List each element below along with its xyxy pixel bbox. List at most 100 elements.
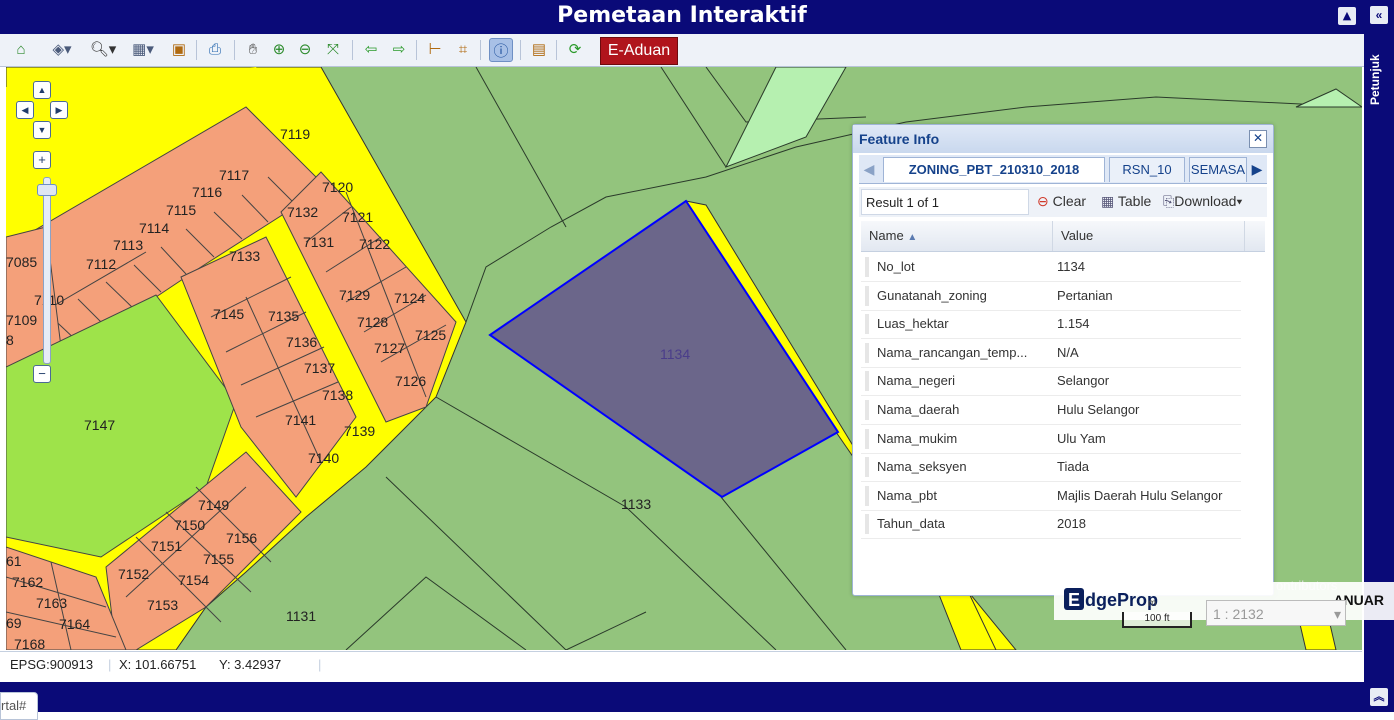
column-header-value[interactable]: Value xyxy=(1053,221,1245,251)
full-extent-icon[interactable]: ⤧ xyxy=(322,38,344,60)
download-button[interactable]: ⎘Download▾ xyxy=(1163,193,1242,210)
home-icon[interactable]: ⌂ xyxy=(10,38,32,60)
print-icon[interactable]: ⎙ xyxy=(204,38,226,60)
pan-right-icon[interactable]: ▶ xyxy=(50,101,68,119)
zoom-in-icon[interactable]: ⊕ xyxy=(268,38,290,60)
toolbar-separator xyxy=(556,40,557,60)
toolbar-separator xyxy=(352,40,353,60)
svg-text:7145: 7145 xyxy=(213,306,244,322)
cell-name: No_lot xyxy=(877,259,915,274)
forward-icon[interactable]: ⇨ xyxy=(388,38,410,60)
table-row[interactable]: Nama_mukim Ulu Yam xyxy=(861,425,1241,454)
pan-left-icon[interactable]: ◀ xyxy=(16,101,34,119)
back-icon[interactable]: ⇦ xyxy=(360,38,382,60)
legend-icon[interactable]: ▣ xyxy=(168,38,190,60)
cell-value: Ulu Yam xyxy=(1057,430,1106,446)
download-icon: ⎘ xyxy=(1163,193,1175,209)
table-row[interactable]: Nama_pbt Majlis Daerah Hulu Selangor xyxy=(861,482,1241,511)
x-coordinate: X: 101.66751 xyxy=(119,657,197,672)
svg-text:8: 8 xyxy=(6,332,14,348)
help-panel-label[interactable]: Petunjuk xyxy=(1368,40,1390,120)
svg-text:7133: 7133 xyxy=(229,248,260,264)
table-row[interactable]: Tahun_data 2018 xyxy=(861,510,1241,540)
table-button[interactable]: ▦ Table xyxy=(1101,193,1151,210)
cell-name: Nama_seksyen xyxy=(877,459,967,475)
svg-text:7126: 7126 xyxy=(395,373,426,389)
clear-icon: ⊖ xyxy=(1037,193,1049,209)
row-marker xyxy=(865,314,869,335)
scale-select[interactable]: 1 : 2132 ▾ xyxy=(1206,600,1346,626)
pan-down-icon[interactable]: ▼ xyxy=(33,121,51,139)
close-icon[interactable]: ✕ xyxy=(1249,130,1267,148)
table-row[interactable]: Nama_daerah Hulu Selangor xyxy=(861,396,1241,425)
zoom-icon[interactable]: 🔍︎▾ xyxy=(86,38,120,60)
y-coordinate: Y: 3.42937 xyxy=(219,657,282,672)
projection-readout: EPSG:900913 xyxy=(10,657,94,672)
lot-label: 7119 xyxy=(280,126,310,142)
svg-text:7128: 7128 xyxy=(357,314,388,330)
svg-text:1134: 1134 xyxy=(660,346,690,362)
svg-text:61: 61 xyxy=(6,553,22,569)
cell-value: Hulu Selangor xyxy=(1057,402,1140,417)
tab-rsn[interactable]: RSN_10 xyxy=(1109,157,1185,182)
table-row[interactable]: Nama_rancangan_temp... N/A xyxy=(861,339,1241,368)
expand-panel-icon[interactable]: « xyxy=(1370,6,1388,24)
svg-text:7155: 7155 xyxy=(203,551,234,567)
svg-text:7154: 7154 xyxy=(178,572,209,588)
crop-icon[interactable]: ⌗ xyxy=(452,38,474,60)
app-title-bar: Pemetaan Interaktif ▲ xyxy=(0,0,1364,34)
refresh-icon[interactable]: ⟳ xyxy=(564,38,586,60)
zoom-out-icon[interactable]: ⊖ xyxy=(294,38,316,60)
download-label: Download xyxy=(1174,193,1237,209)
svg-text:7127: 7127 xyxy=(374,340,405,356)
map-navigation: ▲ ◀ ▶ ▼ + − xyxy=(16,77,76,397)
tab-scroll-left-icon[interactable]: ◀ xyxy=(859,157,879,181)
e-aduan-button[interactable]: E-Aduan xyxy=(600,37,678,65)
svg-text:69: 69 xyxy=(6,615,22,631)
bottom-tab[interactable]: rtal# xyxy=(0,692,38,720)
tab-semasa[interactable]: SEMASA xyxy=(1189,157,1247,182)
collapse-up-icon[interactable]: ▲ xyxy=(1338,7,1356,25)
tab-scroll-right-icon[interactable]: ▶ xyxy=(1247,157,1267,181)
app-title: Pemetaan Interaktif xyxy=(557,3,807,28)
table-row[interactable]: No_lot 1134 xyxy=(861,253,1241,282)
svg-text:7121: 7121 xyxy=(342,209,373,225)
report-icon[interactable]: ▤ xyxy=(528,38,550,60)
measure-icon[interactable]: ⊢ xyxy=(424,38,446,60)
cell-value: Selangor xyxy=(1057,373,1110,389)
scale-control: m 100 ft 1 : 2132 ▾ xyxy=(1118,598,1348,636)
column-header-name[interactable]: Name ▲ xyxy=(861,221,1053,251)
layers-icon[interactable]: ◈▾ xyxy=(44,38,80,60)
cell-value: Pertanian xyxy=(1057,287,1113,303)
row-marker xyxy=(865,428,869,449)
svg-text:7115: 7115 xyxy=(166,202,196,218)
grid-icon[interactable]: ▦▾ xyxy=(126,38,160,60)
zoom-slider-track[interactable] xyxy=(43,177,51,364)
svg-text:7151: 7151 xyxy=(151,538,182,554)
expand-bottom-icon[interactable]: ︽ xyxy=(1370,688,1388,706)
info-icon[interactable]: ⓘ xyxy=(489,38,513,62)
status-bar: EPSG:900913 | X: 101.66751 Y: 3.42937 | xyxy=(0,651,1362,678)
table-row[interactable]: Gunatanah_zoning Pertanian xyxy=(861,282,1241,311)
scale-bar-label-top: m xyxy=(1148,598,1157,609)
toolbar-separator xyxy=(520,40,521,60)
tab-zoning[interactable]: ZONING_PBT_210310_2018 xyxy=(883,157,1105,182)
pan-icon[interactable]: ✋︎ xyxy=(242,38,264,60)
table-row[interactable]: Nama_negeri Selangor xyxy=(861,367,1241,397)
table-row[interactable]: Luas_hektar 1.154 xyxy=(861,310,1241,340)
zoom-plus-icon[interactable]: + xyxy=(33,151,51,169)
feature-info-tabs: ◀ ZONING_PBT_210310_2018 RSN_10 SEMASA ▶ xyxy=(859,155,1267,184)
cell-value: Majlis Daerah Hulu Selangor xyxy=(1057,487,1223,503)
svg-text:7116: 7116 xyxy=(192,184,222,200)
clear-button[interactable]: ⊖ Clear xyxy=(1037,193,1086,210)
sort-asc-icon: ▲ xyxy=(907,232,918,243)
pan-up-icon[interactable]: ▲ xyxy=(33,81,51,99)
cell-value: N/A xyxy=(1057,344,1079,360)
svg-text:7140: 7140 xyxy=(308,450,339,466)
zoom-minus-icon[interactable]: − xyxy=(33,365,51,383)
zoom-slider-handle[interactable] xyxy=(37,184,57,196)
table-row[interactable]: Nama_seksyen Tiada xyxy=(861,453,1241,483)
cell-value: Tiada xyxy=(1057,459,1090,475)
feature-info-header[interactable]: Feature Info ✕ xyxy=(853,125,1273,153)
feature-info-toolbar: Result 1 of 1 ⊖ Clear ▦ Table ⎘Download▾ xyxy=(859,187,1267,217)
